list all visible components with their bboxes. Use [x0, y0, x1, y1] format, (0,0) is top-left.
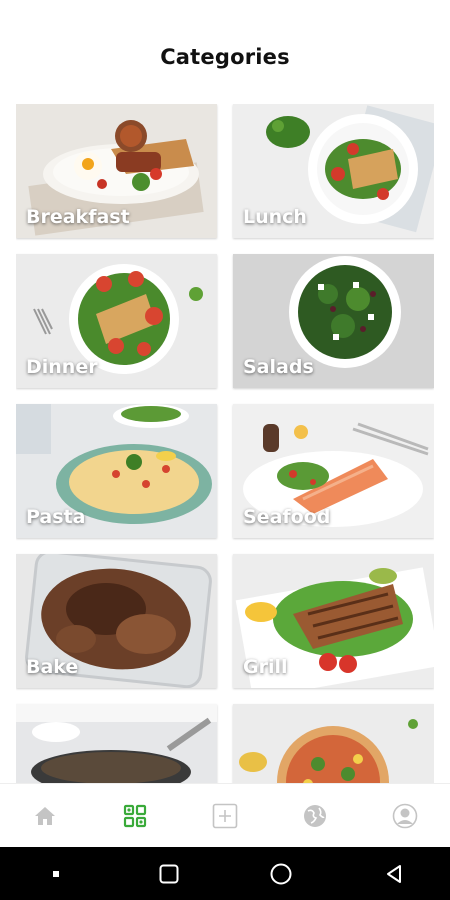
system-back-button[interactable] [374, 854, 414, 894]
category-card-grill[interactable]: Grill [233, 554, 434, 688]
category-label: Pasta [26, 506, 86, 528]
category-card-lunch[interactable]: Lunch [233, 104, 434, 238]
home-circle-icon [270, 863, 292, 884]
globe-icon [304, 805, 326, 827]
nav-explore[interactable] [295, 796, 335, 836]
category-label: Breakfast [26, 206, 130, 228]
system-recent-apps-button[interactable] [149, 854, 189, 894]
app-header: Categories [0, 0, 450, 100]
category-label: Seafood [243, 506, 331, 528]
home-icon [35, 807, 55, 825]
nav-home[interactable] [25, 796, 65, 836]
pizza-image [233, 704, 434, 783]
system-home-button[interactable] [261, 854, 301, 894]
category-card-seafood[interactable]: Seafood [233, 404, 434, 538]
category-card-partial-right[interactable] [233, 704, 434, 783]
categories-grid: Breakfast Lunch Dinner Salads Pasta Seaf… [16, 104, 434, 783]
category-label: Dinner [26, 356, 98, 378]
category-label: Salads [243, 356, 314, 378]
category-label: Bake [26, 656, 79, 678]
category-card-salads[interactable]: Salads [233, 254, 434, 388]
dot-icon [53, 870, 60, 877]
back-icon [386, 864, 401, 883]
bottom-navigation [0, 783, 450, 848]
add-icon [212, 803, 238, 829]
nav-add[interactable] [205, 796, 245, 836]
category-card-pasta[interactable]: Pasta [16, 404, 217, 538]
category-label: Lunch [243, 206, 307, 228]
category-label: Grill [243, 656, 288, 678]
category-card-dinner[interactable]: Dinner [16, 254, 217, 388]
category-card-breakfast[interactable]: Breakfast [16, 104, 217, 238]
nav-categories[interactable] [115, 796, 155, 836]
cooking-pan-image [16, 704, 217, 783]
category-card-partial-left[interactable] [16, 704, 217, 783]
page-title: Categories [160, 45, 290, 69]
categories-grid-icon [123, 804, 147, 828]
recent-apps-icon [159, 864, 179, 883]
nav-profile[interactable] [385, 796, 425, 836]
system-navigation-bar [0, 847, 450, 900]
system-dot-button[interactable] [36, 854, 76, 894]
category-card-bake[interactable]: Bake [16, 554, 217, 688]
profile-icon [392, 803, 418, 829]
